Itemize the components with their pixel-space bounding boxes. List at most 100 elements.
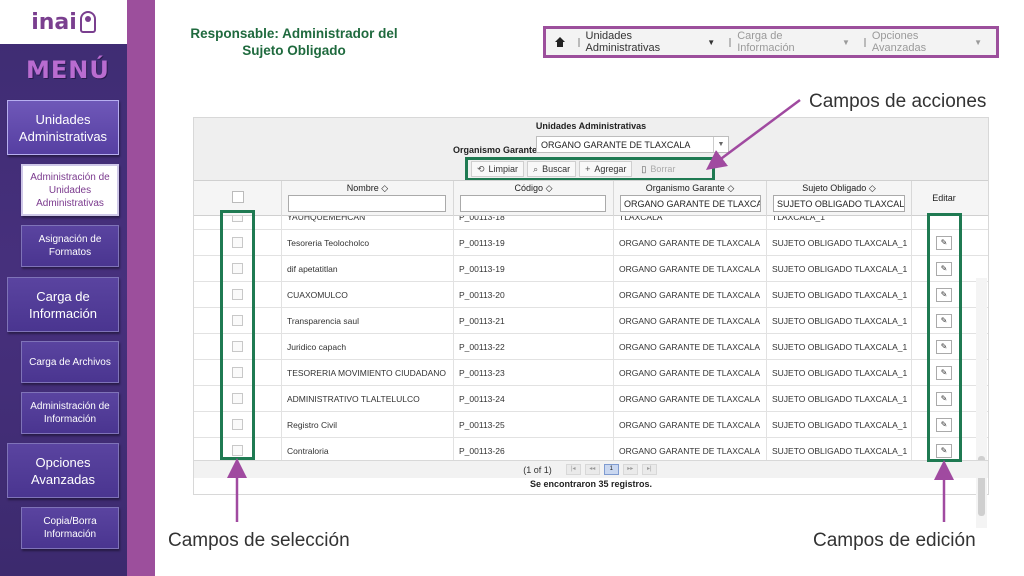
cell-organismo: ORGANO GARANTE DE TLAXCALA (614, 334, 767, 360)
cell-codigo: P_00113-20 (454, 282, 614, 308)
cell-text: P_00113-18 (459, 216, 505, 222)
sidebar-edge (127, 0, 155, 576)
cell-codigo: P_00113-22 (454, 334, 614, 360)
codigo-filter-input[interactable] (460, 195, 606, 212)
column-header-label: Sujeto Obligado (802, 183, 867, 193)
cell-text: ORGANO GARANTE DE TLAXCALA (619, 238, 761, 248)
unidades-panel: Unidades Administrativas Organismo Garan… (193, 117, 989, 528)
table-scrollbar[interactable] (976, 278, 987, 528)
highlight-edicion (927, 213, 962, 462)
table-row[interactable]: Juridico capach P_00113-22 ORGANO GARANTE … (194, 334, 988, 360)
cell-text: SUJETO OBLIGADO TLAXCALA_1 (772, 238, 908, 248)
cell-nombre: Transparencia saul (282, 308, 454, 334)
table-row[interactable]: ADMINISTRATIVO TLALTELULCO P_00113-24 ORGA… (194, 386, 988, 412)
table-row[interactable]: dif apetatitlan P_00113-19 ORGANO GARANTE … (194, 256, 988, 282)
chevron-down-icon: ▼ (707, 37, 716, 47)
cell-text: Tesoreria Teolocholco (287, 238, 370, 248)
nav-item-unidades-administrativas[interactable]: Unidades Administrativas ▼ (577, 30, 716, 54)
table-row[interactable]: YAUHQUEMEHCAN P_00113-18 TLAXCALA TLAXCALA_… (194, 216, 988, 230)
cell-organismo: TLAXCALA (614, 216, 767, 230)
column-header-codigo[interactable]: Código ◇ (454, 183, 613, 194)
sort-icon: ◇ (545, 183, 553, 193)
cell-text: ORGANO GARANTE DE TLAXCALA (619, 342, 761, 352)
sidebar-item-opciones-avanzadas[interactable]: Opciones Avanzadas (7, 443, 119, 498)
chevron-down-icon[interactable]: ▼ (713, 137, 728, 152)
sidebar-item-carga-archivos[interactable]: Carga de Archivos (21, 341, 119, 383)
borrar-label: Borrar (650, 164, 676, 174)
cell-text: ADMINISTRATIVO TLALTELULCO (287, 394, 420, 404)
annotation-campos-seleccion: Campos de selección (168, 530, 350, 551)
select-all-checkbox[interactable] (232, 191, 244, 203)
action-toolbar: ⟲ Limpiar ⌕ Buscar + Agregar ▯ Borrar (465, 157, 715, 181)
cell-text: P_00113-25 (459, 420, 505, 430)
sidebar-item-copia-borra[interactable]: Copia/Borra Información (21, 507, 119, 549)
table-body: YAUHQUEMEHCAN P_00113-18 TLAXCALA TLAXCALA_… (194, 216, 988, 464)
logo: inai (0, 0, 127, 44)
cell-text: TESORERIA MOVIMIENTO CIUDADANO (287, 368, 447, 378)
sort-icon: ◇ (727, 183, 735, 193)
sidebar-item-carga-informacion[interactable]: Carga de Información (7, 277, 119, 332)
sujeto-filter-input[interactable]: SUJETO OBLIGADO TLAXCALA (773, 195, 905, 212)
last-page-icon[interactable]: ▸| (641, 464, 657, 475)
highlight-seleccion (220, 210, 255, 460)
organismo-filter-input[interactable]: ORGANO GARANTE DE TLAXCALA (620, 195, 761, 212)
sidebar-item-label: Carga de Archivos (29, 356, 111, 368)
table-row[interactable]: TESORERIA MOVIMIENTO CIUDADANO P_00113-23… (194, 360, 988, 386)
cell-sujeto: SUJETO OBLIGADO TLAXCALA_1 (767, 360, 912, 386)
chevron-down-icon: ▼ (974, 37, 982, 47)
cell-text: CUAXOMULCO (287, 290, 348, 300)
cell-text: ORGANO GARANTE DE TLAXCALA (619, 290, 761, 300)
sidebar-item-administracion-informacion[interactable]: Administración de Información (21, 392, 119, 434)
buscar-button[interactable]: ⌕ Buscar (527, 161, 577, 177)
column-header-nombre[interactable]: Nombre ◇ (282, 183, 453, 194)
column-header-label: Organismo Garante (645, 183, 725, 193)
column-nombre: Nombre ◇ (282, 181, 454, 217)
first-page-icon[interactable]: |◂ (565, 464, 581, 475)
cell-text: SUJETO OBLIGADO TLAXCALA_1 (772, 290, 908, 300)
sidebar-item-label: Opciones Avanzadas (30, 454, 96, 487)
cell-text: P_00113-20 (459, 290, 505, 300)
borrar-button[interactable]: ▯ Borrar (635, 161, 681, 177)
home-icon[interactable] (554, 36, 566, 48)
cell-nombre: Juridico capach (282, 334, 454, 360)
cell-codigo: P_00113-25 (454, 412, 614, 438)
table-row[interactable]: Registro Civil P_00113-25 ORGANO GARANTE D… (194, 412, 988, 438)
nav-item-label: Opciones Avanzadas (871, 30, 927, 54)
nav-item-carga-informacion[interactable]: Carga de Información ▼ (729, 30, 850, 54)
limpiar-button[interactable]: ⟲ Limpiar (471, 161, 525, 177)
cell-nombre: ADMINISTRATIVO TLALTELULCO (282, 386, 454, 412)
nav-separator (729, 37, 732, 47)
cell-nombre: CUAXOMULCO (282, 282, 454, 308)
plus-icon: + (585, 164, 591, 174)
sidebar-item-asignacion-formatos[interactable]: Asignación de Formatos (21, 225, 119, 267)
column-header-organismo[interactable]: Organismo Garante ◇ (614, 183, 766, 194)
next-page-icon[interactable]: ▸▸ (622, 464, 638, 475)
sidebar-item-administracion-unidades[interactable]: Administración de Unidades Administrativ… (21, 164, 119, 216)
cell-sujeto: SUJETO OBLIGADO TLAXCALA_1 (767, 334, 912, 360)
logo-icon (79, 11, 96, 33)
cell-sujeto: SUJETO OBLIGADO TLAXCALA_1 (767, 256, 912, 282)
records-found-status: Se encontraron 35 registros. (529, 479, 653, 489)
sort-icon: ◇ (868, 183, 876, 193)
cell-text: Contraloria (287, 446, 329, 456)
column-header-sujeto[interactable]: Sujeto Obligado ◇ (767, 183, 911, 194)
agregar-button[interactable]: + Agregar (579, 161, 633, 177)
table-row[interactable]: Tesoreria Teolocholco P_00113-19 ORGANO GA… (194, 230, 988, 256)
logo-text: inai (31, 9, 77, 35)
nav-item-opciones-avanzadas[interactable]: Opciones Avanzadas ▼ (863, 30, 982, 54)
cell-text: ORGANO GARANTE DE TLAXCALA (619, 368, 761, 378)
page-number-current[interactable]: 1 (603, 464, 619, 475)
prev-page-icon[interactable]: ◂◂ (584, 464, 600, 475)
annotation-campos-acciones: Campos de acciones (809, 91, 987, 112)
sidebar-item-unidades-administrativas[interactable]: Unidades Administrativas (7, 100, 119, 155)
cell-text: ORGANO GARANTE DE TLAXCALA (619, 316, 761, 326)
organismo-garante-select[interactable]: ORGANO GARANTE DE TLAXCALA ▼ (536, 136, 729, 153)
table-row[interactable]: CUAXOMULCO P_00113-20 ORGANO GARANTE DE TL… (194, 282, 988, 308)
cell-nombre: dif apetatitlan (282, 256, 454, 282)
nombre-filter-input[interactable] (288, 195, 446, 212)
cell-codigo: P_00113-19 (454, 256, 614, 282)
table-row[interactable]: Transparencia saul P_00113-21 ORGANO GARAN… (194, 308, 988, 334)
cell-text: P_00113-22 (459, 342, 505, 352)
cell-nombre: Registro Civil (282, 412, 454, 438)
cell-text: Juridico capach (287, 342, 347, 352)
